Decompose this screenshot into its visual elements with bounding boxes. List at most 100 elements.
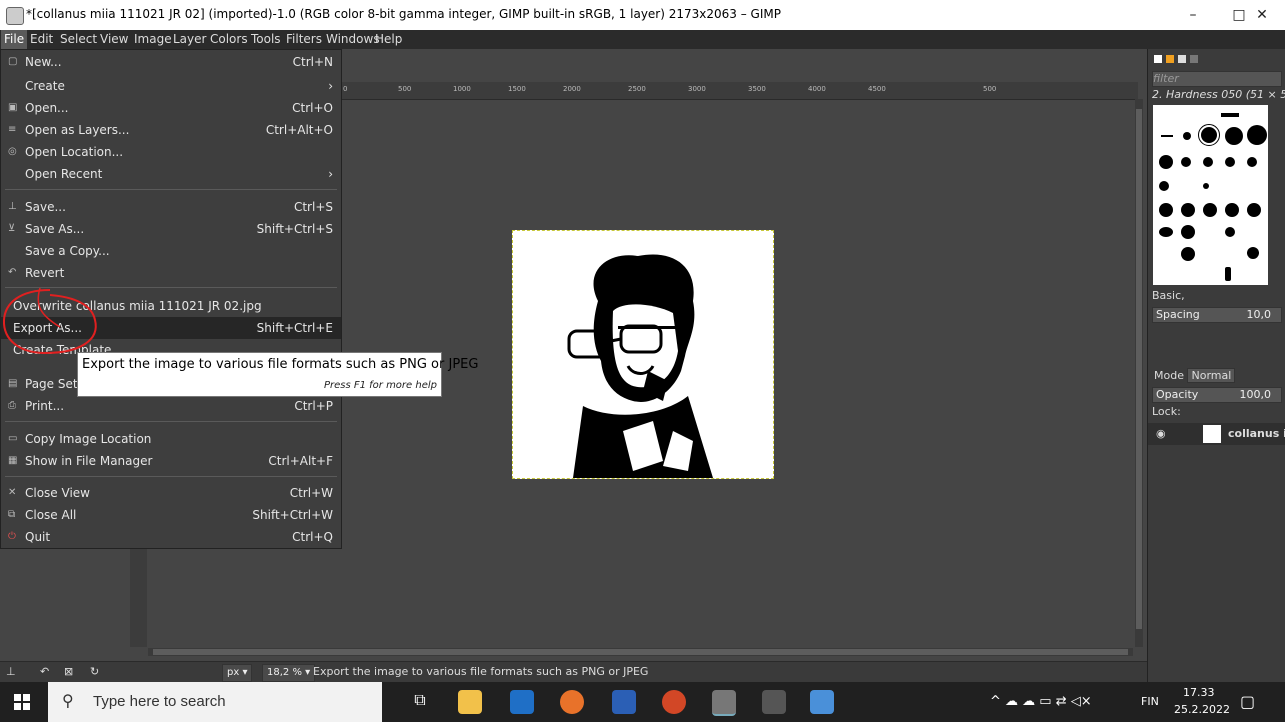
ruler-tick: 3000 bbox=[688, 85, 706, 93]
tab-icon[interactable] bbox=[1166, 55, 1174, 63]
menu-item-export-as[interactable]: Export As... Shift+Ctrl+E bbox=[1, 317, 341, 339]
menu-bar: File Edit Select View Image Layer Colors… bbox=[0, 30, 1285, 49]
spacing-field[interactable]: Spacing 10,0 bbox=[1152, 307, 1282, 323]
word-icon[interactable] bbox=[612, 690, 636, 714]
save-as-icon: ⊻ bbox=[8, 223, 16, 234]
canvas-image[interactable] bbox=[512, 230, 774, 479]
status-message: Export the image to various file formats… bbox=[313, 665, 649, 678]
taskbar-search-box[interactable]: ⚲ Type here to search bbox=[48, 682, 382, 722]
close-button[interactable]: ✕ bbox=[1239, 0, 1285, 30]
mode-row[interactable]: Mode Normal bbox=[1148, 368, 1285, 383]
menu-item-copy-location[interactable]: ▭ Copy Image Location bbox=[1, 428, 341, 450]
clock-time[interactable]: 17.33 bbox=[1183, 686, 1215, 699]
menu-view[interactable]: View bbox=[100, 32, 128, 46]
minimize-button[interactable]: – bbox=[1170, 0, 1216, 30]
layer-name: collanus i bbox=[1228, 427, 1285, 440]
gimp-taskbar-icon[interactable] bbox=[712, 690, 736, 716]
unit-select[interactable]: px ▾ bbox=[222, 664, 253, 682]
pointer-icon[interactable]: ⊥ bbox=[6, 665, 16, 678]
menu-item-print[interactable]: ⎙ Print... Ctrl+P bbox=[1, 395, 341, 417]
menu-filters[interactable]: Filters bbox=[286, 32, 322, 46]
file-menu: ▢ New... Ctrl+N Create › ▣ Open... Ctrl+O ≡ Op… bbox=[0, 49, 342, 549]
menu-item-overwrite[interactable]: Overwrite collanus miia 111021 JR 02.jpg bbox=[1, 295, 341, 317]
print-icon: ⎙ bbox=[8, 400, 16, 411]
layer-row[interactable]: ◉ collanus i bbox=[1148, 423, 1285, 445]
menu-item-close-view[interactable]: ✕ Close View Ctrl+W bbox=[1, 482, 341, 504]
menu-item-open-as-layers[interactable]: ≡ Open as Layers... Ctrl+Alt+O bbox=[1, 119, 341, 141]
menu-item-save[interactable]: ⊥ Save... Ctrl+S bbox=[1, 196, 341, 218]
ruler-tick: 0 bbox=[343, 85, 348, 93]
layer-thumbnail bbox=[1203, 425, 1221, 443]
menu-windows[interactable]: Windows bbox=[326, 32, 380, 46]
tooltip: Export the image to various file formats… bbox=[77, 352, 478, 397]
ruler-tick: 4000 bbox=[808, 85, 826, 93]
tab-icon[interactable] bbox=[1190, 55, 1198, 63]
menu-item-save-as[interactable]: ⊻ Save As... Shift+Ctrl+S bbox=[1, 218, 341, 240]
open-layers-icon: ≡ bbox=[8, 124, 17, 135]
open-icon: ▣ bbox=[8, 102, 18, 113]
close-icon: ✕ bbox=[8, 487, 17, 498]
status-bar: ⊥ ↶ ⊠ ↻ px ▾ 18,2 % ▾ Export the image t… bbox=[0, 661, 1147, 683]
snipping-icon[interactable] bbox=[810, 690, 834, 714]
search-icon: ⚲ bbox=[62, 691, 74, 710]
clock-date[interactable]: 25.2.2022 bbox=[1174, 703, 1230, 716]
zoom-select[interactable]: 18,2 % ▾ bbox=[262, 664, 316, 682]
page-setup-icon: ▤ bbox=[8, 378, 18, 389]
tooltip-hint: Press F1 for more help bbox=[323, 380, 437, 391]
menu-item-open-recent[interactable]: Open Recent › bbox=[1, 163, 341, 185]
tab-icon[interactable] bbox=[1178, 55, 1186, 63]
brush-tag[interactable]: Basic, bbox=[1148, 289, 1285, 302]
vertical-scrollbar[interactable] bbox=[1135, 99, 1143, 647]
ruler-tick: 500 bbox=[983, 85, 997, 93]
ruler-tick: 2500 bbox=[628, 85, 646, 93]
language-indicator[interactable]: FIN bbox=[1141, 695, 1159, 708]
ruler-tick: 1500 bbox=[508, 85, 526, 93]
menu-select[interactable]: Select bbox=[60, 32, 97, 46]
windows-start-icon[interactable] bbox=[14, 694, 30, 710]
menu-help[interactable]: Help bbox=[375, 32, 402, 46]
menu-colors[interactable]: Colors bbox=[210, 32, 248, 46]
menu-item-quit[interactable]: ⏻ Quit Ctrl+Q bbox=[1, 526, 341, 548]
menu-edit[interactable]: Edit bbox=[30, 32, 53, 46]
dock-tabs[interactable] bbox=[1148, 53, 1285, 67]
outlook-icon[interactable] bbox=[510, 690, 534, 714]
delete-icon[interactable]: ⊠ bbox=[64, 665, 73, 678]
visibility-eye-icon[interactable]: ◉ bbox=[1156, 427, 1166, 440]
search-placeholder: Type here to search bbox=[93, 693, 226, 710]
window-title: *[collanus miia 111021 JR 02] (imported)… bbox=[26, 7, 781, 21]
menu-item-show-in-file-manager[interactable]: ▦ Show in File Manager Ctrl+Alt+F bbox=[1, 450, 341, 472]
firefox-icon[interactable] bbox=[560, 690, 584, 714]
notification-icon[interactable]: ▢ bbox=[1240, 692, 1255, 711]
menu-item-save-copy[interactable]: Save a Copy... bbox=[1, 240, 341, 262]
tooltip-text: Export the image to various file formats… bbox=[82, 357, 479, 372]
powerpoint-icon[interactable] bbox=[662, 690, 686, 714]
horizontal-scrollbar[interactable] bbox=[148, 648, 1133, 656]
menu-image[interactable]: Image bbox=[134, 32, 172, 46]
app-icon[interactable] bbox=[762, 690, 786, 714]
menu-item-open-location[interactable]: ◎ Open Location... bbox=[1, 141, 341, 163]
menu-item-create[interactable]: Create › bbox=[1, 75, 341, 97]
menu-item-revert[interactable]: ↶ Revert bbox=[1, 262, 341, 284]
tab-icon[interactable] bbox=[1154, 55, 1162, 63]
brush-grid[interactable] bbox=[1153, 105, 1268, 285]
file-manager-icon: ▦ bbox=[8, 455, 18, 466]
ruler-tick: 4500 bbox=[868, 85, 886, 93]
tray-icons[interactable]: ^ ☁ ☁ ▭ ⇄ ◁× bbox=[990, 694, 1092, 709]
ruler-tick: 500 bbox=[398, 85, 412, 93]
menu-item-new[interactable]: ▢ New... Ctrl+N bbox=[1, 51, 341, 73]
undo-icon[interactable]: ↶ bbox=[40, 665, 49, 678]
reset-icon[interactable]: ↻ bbox=[90, 665, 99, 678]
copy-location-icon: ▭ bbox=[8, 433, 18, 444]
menu-file[interactable]: File bbox=[1, 30, 28, 49]
menu-layer[interactable]: Layer bbox=[173, 32, 206, 46]
mode-select[interactable]: Normal bbox=[1187, 368, 1236, 383]
menu-item-close-all[interactable]: ⧉ Close All Shift+Ctrl+W bbox=[1, 504, 341, 526]
file-explorer-icon[interactable] bbox=[458, 690, 482, 714]
title-bar: *[collanus miia 111021 JR 02] (imported)… bbox=[0, 0, 1285, 30]
menu-item-open[interactable]: ▣ Open... Ctrl+O bbox=[1, 97, 341, 119]
brush-filter-input[interactable]: filter bbox=[1152, 71, 1282, 87]
task-view-icon[interactable]: ⧉ bbox=[408, 690, 432, 714]
opacity-field[interactable]: Opacity 100,0 bbox=[1152, 387, 1282, 403]
revert-icon: ↶ bbox=[8, 267, 17, 278]
menu-tools[interactable]: Tools bbox=[251, 32, 281, 46]
